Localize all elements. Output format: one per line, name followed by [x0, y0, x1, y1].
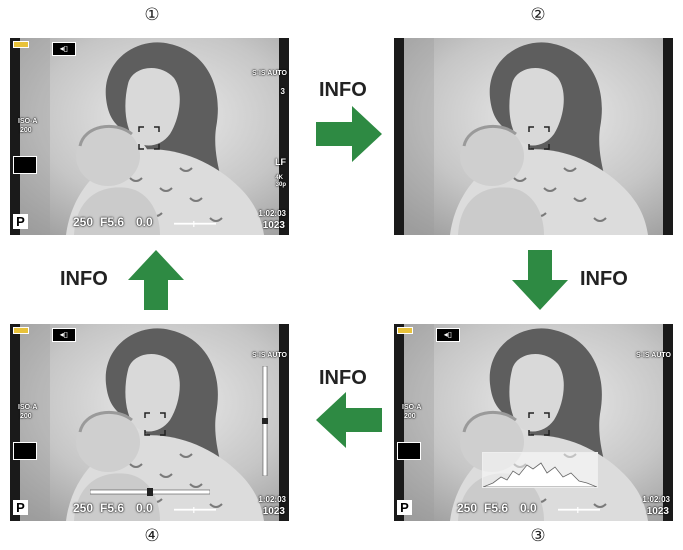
shots-remaining: 1023 [646, 506, 669, 517]
mode-p-badge: P [397, 500, 412, 515]
stabilizer-label: S-IS AUTO [635, 352, 671, 359]
info-label-top: INFO [319, 79, 367, 101]
step-number-3: ③ [530, 526, 546, 546]
arrow-up-icon [128, 250, 184, 310]
exposure-comp: 0.0 [136, 501, 153, 515]
exposure-comp: 0.0 [520, 501, 537, 515]
battery-icon [397, 327, 413, 334]
shots-remaining: 1023 [262, 220, 285, 231]
screen-histogram: ◂▯ S-IS AUTO ISO-A 200 P 250 F5.6 0.0 1:… [394, 324, 673, 521]
shots-remaining: 1023 [262, 506, 285, 517]
info-label-left: INFO [60, 268, 108, 290]
shooting-mode-icon [13, 156, 37, 174]
af-target-icon [528, 126, 550, 150]
wifi-icon: ◂▯ [52, 328, 76, 342]
exposure-scale [558, 507, 600, 513]
picture-quality: LF [275, 157, 286, 167]
video-res: 4K [275, 175, 283, 181]
iso-value: 200 [20, 127, 32, 134]
shooting-mode-icon [13, 442, 37, 460]
shutter-speed: 250 [73, 501, 94, 515]
iso-value: 200 [20, 413, 32, 420]
exposure-scale [174, 507, 216, 513]
step-number-1: ① [144, 5, 160, 25]
stabilizer-label: S-IS AUTO [251, 70, 287, 77]
screen-full-info: ◂▯ S-IS AUTO 3 ISO-A 200 LF 4K 30p P 250… [10, 38, 289, 235]
stabilizer-label: S-IS AUTO [251, 352, 287, 359]
shooting-mode-icon [397, 442, 421, 460]
arrow-left-icon [316, 392, 382, 448]
right-bar [279, 38, 289, 235]
aperture: F5.6 [484, 501, 509, 515]
mode-p-badge: P [13, 214, 28, 229]
info-label-bottom: INFO [319, 367, 367, 389]
left-bar [394, 324, 404, 521]
aperture: F5.6 [100, 215, 125, 229]
time-remaining: 1:02:03 [642, 495, 670, 504]
exposure-comp: 0.0 [136, 215, 153, 229]
right-bar [663, 38, 673, 235]
time-remaining: 1:02:03 [258, 209, 286, 218]
left-bar [10, 38, 20, 235]
arrow-right-icon [316, 106, 382, 162]
time-remaining: 1:02:03 [258, 495, 286, 504]
step-number-2: ② [530, 5, 546, 25]
level-gauge-icon [262, 366, 268, 476]
iso-label: ISO-A [18, 404, 38, 411]
screen-level-gauge: ◂▯ S-IS AUTO ISO-A 200 P 250 F5.6 0.0 1:… [10, 324, 289, 521]
af-target-icon [528, 412, 550, 436]
screen-image-only [394, 38, 673, 235]
left-bar [394, 38, 404, 235]
video-fps: 30p [275, 182, 286, 188]
arrow-down-icon [512, 250, 568, 310]
af-target-icon [138, 126, 160, 150]
shutter-speed: 250 [73, 215, 94, 229]
battery-icon [13, 327, 29, 334]
wifi-icon: ◂▯ [52, 42, 76, 56]
info-label-right: INFO [580, 268, 628, 290]
wifi-icon: ◂▯ [436, 328, 460, 342]
iso-value: 200 [404, 413, 416, 420]
left-bar [10, 324, 20, 521]
iso-label: ISO-A [402, 404, 422, 411]
iso-label: ISO-A [18, 118, 38, 125]
horizontal-level-gauge [90, 488, 210, 496]
mode-p-badge: P [13, 500, 28, 515]
histogram-icon [482, 452, 598, 488]
battery-icon [13, 41, 29, 48]
step-number-4: ④ [144, 526, 160, 546]
shutter-speed: 250 [457, 501, 478, 515]
drive-count: 3 [280, 87, 285, 96]
aperture: F5.6 [100, 501, 125, 515]
exposure-scale [174, 221, 216, 227]
af-target-icon [144, 412, 166, 436]
